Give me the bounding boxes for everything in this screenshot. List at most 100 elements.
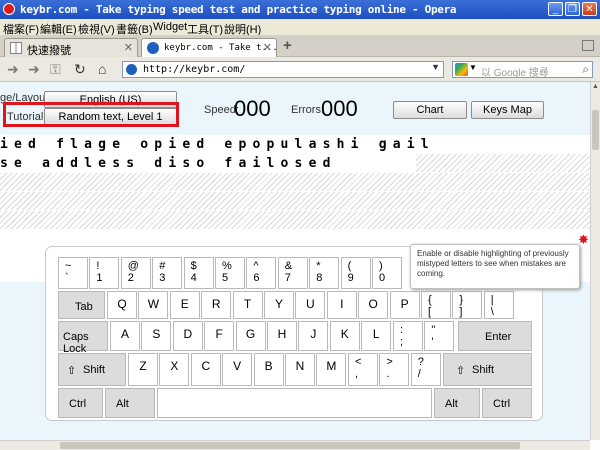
window-title: keybr.com - Take typing speed test and p… <box>20 3 457 16</box>
key-p: P <box>389 291 420 319</box>
left-ctrl-key: Ctrl <box>58 388 103 418</box>
reload-icon[interactable]: ↻ <box>74 61 86 77</box>
page-content: ge/Layout: English (US) Tutorial: Random… <box>0 82 590 440</box>
tab-speed-dial[interactable]: 快速撥號 ✕ <box>4 38 138 57</box>
key-q: Q <box>107 291 137 319</box>
horizontal-scrollbar[interactable] <box>0 440 590 450</box>
key-bracket-0: {[ <box>421 291 451 319</box>
tab-key: Tab <box>58 291 105 319</box>
key-z: Z <box>128 353 158 386</box>
key-f: F <box>204 321 235 351</box>
enter-key: Enter <box>458 321 532 351</box>
key-4: $4 <box>183 257 214 289</box>
highlight-box <box>3 102 179 127</box>
key-r: R <box>201 291 232 319</box>
left-shift-key: ⇧ Shift <box>58 353 126 386</box>
key-icon[interactable]: ⚿ <box>50 61 61 77</box>
key-5: % 5 <box>215 257 245 289</box>
text-line-2: se addless diso failosed <box>0 156 337 171</box>
key-bracket-1: }] <box>452 291 483 319</box>
shift-arrow-icon: ⇧ <box>67 365 77 377</box>
speed-dial-icon <box>10 42 22 54</box>
scroll-up-icon[interactable]: ▲ <box>592 83 599 90</box>
search-field[interactable]: ▼ 以 Google 搜尋 ⌕ <box>452 61 593 79</box>
globe-icon <box>126 64 137 75</box>
globe-icon <box>147 42 159 54</box>
scrollbar-thumb[interactable] <box>60 442 520 449</box>
new-tab-button[interactable]: + <box>283 37 292 54</box>
key-w: W <box>138 291 169 319</box>
right-alt-key: Alt <box>434 388 480 418</box>
right-ctrl-key: Ctrl <box>482 388 532 418</box>
key-9: (9 <box>340 257 371 289</box>
key-m: M <box>316 353 347 386</box>
key-a: A <box>110 321 140 351</box>
tab-keybr[interactable]: keybr.com - Take t... ✕ <box>141 38 278 57</box>
key-b: B <box>253 353 284 386</box>
tooltip: Enable or disable highlighting of previo… <box>410 244 580 289</box>
maximize-button[interactable]: ❐ <box>565 2 580 16</box>
tab-bar: 快速撥號 ✕ keybr.com - Take t... ✕ + <box>0 35 600 57</box>
vertical-scrollbar[interactable]: ▲ <box>590 82 600 440</box>
key-k: K <box>329 321 360 351</box>
left-alt-key: Alt <box>105 388 155 418</box>
back-arrow-icon[interactable]: ➜ <box>7 61 19 77</box>
empty-line-3 <box>0 173 590 191</box>
key-i: I <box>326 291 357 319</box>
key-1: ! 1 <box>89 257 120 289</box>
menu-bar: 檔案(F) 編輯(E) 檢視(V) 書籤(B) Widget 工具(T) 說明(… <box>0 19 600 36</box>
key-6: ^ 6 <box>246 257 277 289</box>
search-placeholder: 以 Google 搜尋 <box>481 68 549 79</box>
tab-label: keybr.com - Take t... <box>164 43 278 53</box>
key-7: & 7 <box>277 257 308 289</box>
key-y: Y <box>264 291 294 319</box>
key-punct-0: :; <box>393 321 423 351</box>
key-8: * 8 <box>309 257 340 289</box>
key-u: U <box>295 291 326 319</box>
errors-value: 000 <box>321 96 358 121</box>
keys-map-button[interactable]: Keys Map <box>471 101 544 119</box>
caps-lock-key: Caps Lock <box>58 321 108 355</box>
right-shift-key: ⇧ Shift <box>443 353 532 386</box>
scrollbar-thumb[interactable] <box>592 110 599 150</box>
menu-widget[interactable]: Widget <box>153 21 187 33</box>
chevron-down-icon[interactable]: ▼ <box>431 62 440 72</box>
errors-label: Errors: <box>291 104 324 116</box>
shift-arrow-icon: ⇧ <box>456 365 466 377</box>
address-field[interactable]: http://keybr.com/ ▼ <box>122 61 444 78</box>
home-icon[interactable]: ⌂ <box>98 61 106 77</box>
tab-close-icon[interactable]: ✕ <box>263 41 272 54</box>
title-bar: keybr.com - Take typing speed test and p… <box>0 0 600 19</box>
key-3: #3 <box>152 257 183 289</box>
key-e: E <box>169 291 200 319</box>
key-`: ~ ` <box>58 257 88 289</box>
tab-close-icon[interactable]: ✕ <box>124 41 133 54</box>
minimize-button[interactable]: _ <box>548 2 563 16</box>
key-c: C <box>190 353 221 386</box>
key-punct-3: >. <box>379 353 410 386</box>
key-0: ) 0 <box>372 257 402 289</box>
forward-arrow-icon[interactable]: ➜ <box>28 61 40 77</box>
key-punct-1: " ' <box>424 321 455 351</box>
navigation-bar: ➜ ➜ ⚿ ↻ ⌂ http://keybr.com/ ▼ ▼ 以 Google… <box>0 57 600 82</box>
text-line-1: ied flage opied epopulashi gail <box>0 135 590 154</box>
key-j: J <box>298 321 329 351</box>
google-icon[interactable] <box>455 63 468 76</box>
key-x: X <box>159 353 190 386</box>
search-icon[interactable]: ⌕ <box>582 62 589 77</box>
tab-menu-icon[interactable] <box>582 40 594 51</box>
space-key <box>157 388 432 418</box>
chevron-down-icon[interactable]: ▼ <box>469 63 477 72</box>
key-l: L <box>361 321 392 351</box>
tab-label: 快速撥號 <box>27 45 71 57</box>
key-d: D <box>172 321 203 351</box>
key-2: @2 <box>120 257 151 289</box>
close-window-button[interactable]: ✕ <box>582 2 597 16</box>
chart-button[interactable]: Chart <box>393 101 467 119</box>
key-o: O <box>358 291 389 319</box>
key-h: H <box>267 321 297 351</box>
key-punct-2: <, <box>348 353 378 386</box>
key-s: S <box>141 321 172 351</box>
key-v: V <box>222 353 253 386</box>
speed-value: 000 <box>234 96 271 121</box>
